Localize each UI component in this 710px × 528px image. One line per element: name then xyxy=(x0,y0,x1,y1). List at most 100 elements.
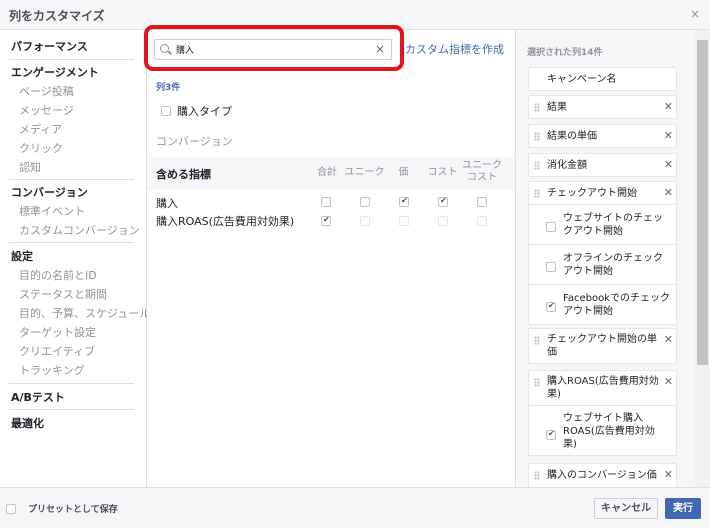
roas-value-checkbox xyxy=(399,216,409,226)
sidebar-section-settings[interactable]: 設定 xyxy=(11,248,33,264)
drag-handle-icon[interactable] xyxy=(534,471,540,480)
roas-total-checkbox[interactable] xyxy=(321,215,331,226)
selected-item-campaign-name: キャンペーン名 xyxy=(528,67,677,91)
metric-column-header: 含める指標 xyxy=(156,168,211,181)
purchase-cost-checkbox[interactable] xyxy=(438,196,448,207)
selected-item-label: 購入のコンバージョン価 xyxy=(547,470,657,481)
divider xyxy=(9,383,134,384)
conversion-group-label: コンバージョン xyxy=(156,135,233,148)
cancel-button[interactable]: キャンセル xyxy=(594,498,658,519)
drag-handle-icon[interactable] xyxy=(534,189,540,198)
selected-item-results[interactable]: 結果 ✕ xyxy=(528,95,677,119)
selected-item-amount-spent[interactable]: 消化金額 ✕ xyxy=(528,153,677,177)
sidebar-item-name-id[interactable]: 目的の名前とID xyxy=(19,267,97,283)
sidebar-section-conversions[interactable]: コンバージョン xyxy=(11,184,88,200)
remove-icon[interactable]: ✕ xyxy=(664,333,673,346)
drag-handle-icon[interactable] xyxy=(534,378,540,387)
selected-sub-option-label: Facebookでのチェックアウト開始 xyxy=(563,293,670,317)
sidebar-item-tracking[interactable]: トラッキング xyxy=(19,362,85,378)
sidebar-item-awareness[interactable]: 認知 xyxy=(19,159,41,175)
divider xyxy=(9,242,134,243)
sidebar-item-creative[interactable]: クリエイティブ xyxy=(19,343,95,359)
create-custom-metric-link[interactable]: カスタム指標を作成 xyxy=(405,41,504,57)
selected-item-label: 結果 xyxy=(547,102,567,113)
selected-item-purchase-conversion-value[interactable]: 購入のコンバージョン価 ✕ xyxy=(528,463,677,487)
remove-icon[interactable]: ✕ xyxy=(664,186,673,199)
sidebar-section-optimization[interactable]: 最適化 xyxy=(11,415,44,431)
selected-item-cost-per-result[interactable]: 結果の単価 ✕ xyxy=(528,124,677,148)
sidebar-section-engagement[interactable]: エンゲージメント xyxy=(11,64,99,80)
column-header-total: 合計 xyxy=(317,167,337,178)
sidebar-item-custom-conversions[interactable]: カスタムコンバージョン xyxy=(19,222,140,238)
selected-sub-option: Facebookでのチェックアウト開始 xyxy=(528,285,677,325)
sidebar-item-page-posts[interactable]: ページ投稿 xyxy=(19,83,74,99)
selected-sub-option: ウェブサイト購入ROAS(広告費用対効果) xyxy=(528,406,677,456)
remove-icon[interactable]: ✕ xyxy=(664,375,673,388)
roas-unique-checkbox xyxy=(360,216,370,226)
drag-handle-icon[interactable] xyxy=(534,336,540,345)
selected-item-label: キャンペーン名 xyxy=(547,74,617,85)
purchase-type-label: 購入タイプ xyxy=(177,105,232,118)
purchase-unique-checkbox[interactable] xyxy=(360,197,370,207)
sidebar-item-media[interactable]: メディア xyxy=(19,121,62,137)
sidebar-section-ab-test[interactable]: A/Bテスト xyxy=(11,389,65,405)
column-header-cost: コスト xyxy=(427,167,458,178)
selected-item-purchase-roas[interactable]: 購入ROAS(広告費用対効果) ✕ xyxy=(528,370,677,406)
drag-handle-icon[interactable] xyxy=(534,161,540,170)
category-sidebar: パフォーマンス エンゲージメント ページ投稿 メッセージ メディア クリック 認… xyxy=(0,30,150,487)
purchase-total-checkbox[interactable] xyxy=(321,197,331,207)
selected-columns-scrollbar[interactable] xyxy=(695,30,710,487)
selected-columns-count: 選択された列14件 xyxy=(527,48,603,58)
sidebar-item-standard-events[interactable]: 標準イベント xyxy=(19,203,85,219)
selected-item-cost-per-checkout[interactable]: チェックアウト開始の単価 ✕ xyxy=(528,328,677,364)
sidebar-item-messages[interactable]: メッセージ xyxy=(19,102,74,118)
remove-icon[interactable]: ✕ xyxy=(664,158,673,171)
offline-checkout-checkbox[interactable] xyxy=(546,262,556,272)
selected-item-checkout-initiated[interactable]: チェックアウト開始 ✕ xyxy=(528,181,677,205)
sidebar-item-status-dates[interactable]: ステータスと期間 xyxy=(19,286,107,302)
column-header-value: 価 xyxy=(398,167,409,178)
clear-search-icon[interactable]: × xyxy=(375,42,385,56)
search-box[interactable]: 購入 × xyxy=(154,39,392,60)
divider xyxy=(9,409,134,410)
divider xyxy=(9,59,134,60)
sidebar-item-targeting[interactable]: ターゲット設定 xyxy=(19,324,96,340)
dialog-titlebar: 列をカスタマイズ × xyxy=(0,0,710,30)
purchase-value-checkbox[interactable] xyxy=(399,196,409,207)
remove-icon[interactable]: ✕ xyxy=(664,129,673,142)
drag-handle-icon[interactable] xyxy=(534,132,540,141)
metric-row-label-purchase-roas: 購入ROAS(広告費用対効果) xyxy=(156,215,295,228)
results-count: 列3件 xyxy=(156,83,181,93)
selected-item-label: 消化金額 xyxy=(547,160,587,171)
facebook-checkout-checkbox[interactable] xyxy=(546,301,556,312)
selected-item-label: 購入ROAS(広告費用対効果) xyxy=(547,376,659,400)
selected-item-label: チェックアウト開始の単価 xyxy=(547,334,657,358)
purchase-type-checkbox[interactable] xyxy=(161,106,171,116)
selected-item-label: 結果の単価 xyxy=(547,131,597,142)
website-checkout-checkbox[interactable] xyxy=(546,222,556,232)
purchase-unique-cost-checkbox[interactable] xyxy=(477,197,487,207)
drag-handle-icon[interactable] xyxy=(534,103,540,112)
remove-icon[interactable]: ✕ xyxy=(664,468,673,481)
save-preset-label: プリセットとして保存 xyxy=(28,505,118,515)
run-button[interactable]: 実行 xyxy=(665,498,701,519)
selected-sub-option: オフラインのチェックアウト開始 xyxy=(528,245,677,285)
metric-row-label-purchase: 購入 xyxy=(156,197,178,210)
divider xyxy=(9,179,134,180)
roas-unique-cost-checkbox xyxy=(477,216,487,226)
search-input[interactable]: 購入 xyxy=(176,43,194,56)
column-header-unique-cost: ユニーク コスト xyxy=(462,160,502,183)
selected-sub-option-label: オフラインのチェックアウト開始 xyxy=(563,253,663,277)
remove-icon[interactable]: ✕ xyxy=(664,100,673,113)
close-icon[interactable]: × xyxy=(690,7,700,21)
scrollbar-thumb[interactable] xyxy=(697,40,708,365)
selected-sub-option-label: ウェブサイトのチェックアウト開始 xyxy=(563,213,663,237)
search-icon xyxy=(160,44,169,53)
save-preset-checkbox[interactable] xyxy=(6,504,16,514)
website-purchase-roas-checkbox[interactable] xyxy=(546,429,556,440)
sidebar-item-clicks[interactable]: クリック xyxy=(19,140,63,156)
sidebar-section-performance[interactable]: パフォーマンス xyxy=(11,38,88,54)
selected-columns-panel: 選択された列14件 キャンペーン名 結果 ✕ 結果の単価 ✕ 消化金額 ✕ チェ… xyxy=(515,30,695,487)
sidebar-item-objective-budget[interactable]: 目的、予算、スケジュール xyxy=(19,305,150,321)
roas-cost-checkbox xyxy=(438,216,448,226)
